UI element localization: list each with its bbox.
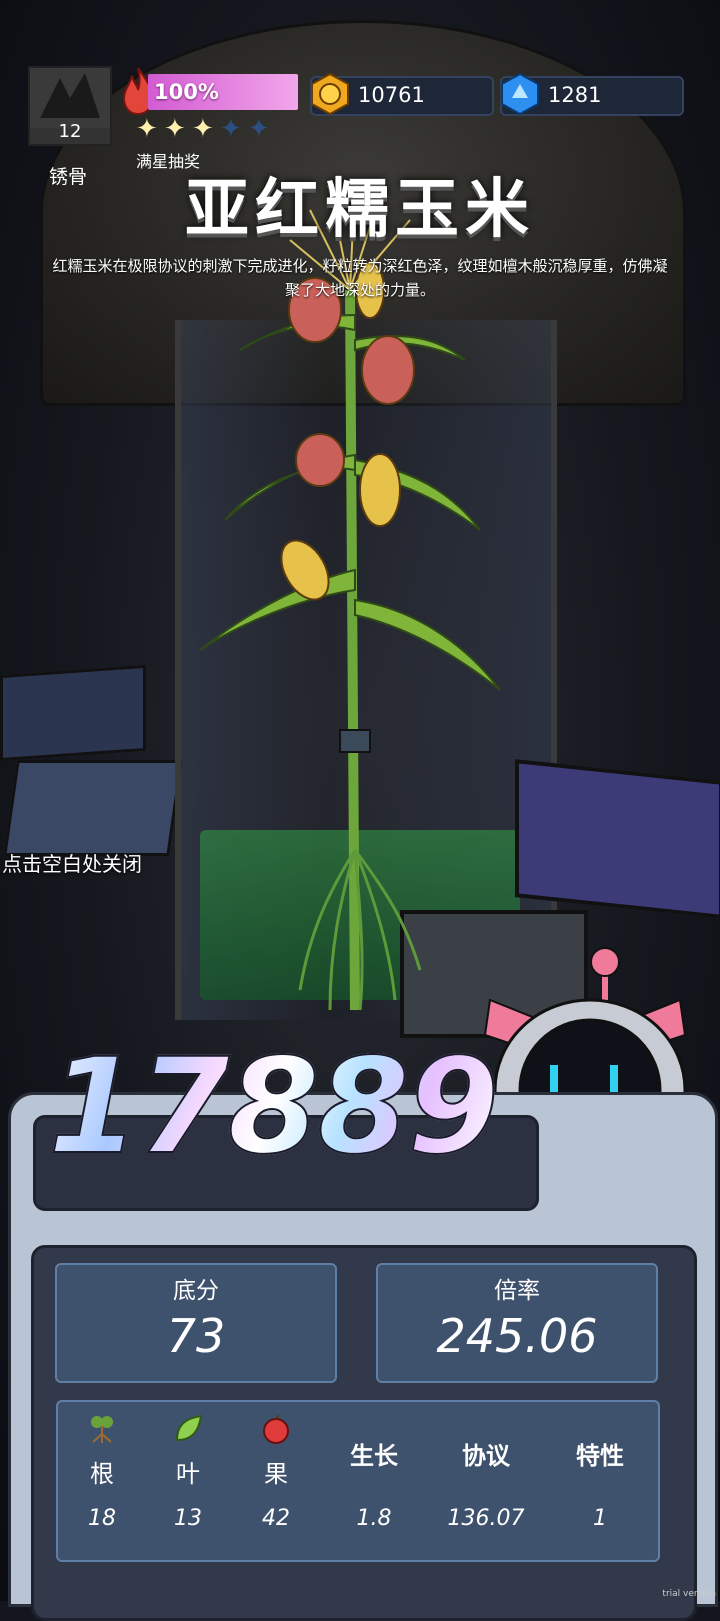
player-avatar[interactable]: 12 bbox=[28, 66, 112, 146]
gem-currency[interactable]: 1281 bbox=[500, 72, 684, 116]
gold-coin-icon bbox=[311, 72, 349, 116]
attr-leaf-value: 13 bbox=[174, 1506, 202, 1531]
star-empty-icon: ✦ bbox=[248, 114, 270, 144]
star-filled-icon: ✦ bbox=[164, 114, 186, 144]
total-score: 17889 bbox=[47, 1029, 500, 1185]
base-score-value: 73 bbox=[166, 1309, 226, 1363]
gem-amount: 1281 bbox=[548, 83, 602, 107]
leaf-icon bbox=[175, 1414, 203, 1442]
attr-protocol-value: 136.07 bbox=[447, 1506, 525, 1531]
attr-protocol-name: 协议 bbox=[462, 1442, 510, 1470]
attr-leaf-name: 叶 bbox=[176, 1460, 200, 1488]
attr-trait-name: 特性 bbox=[576, 1442, 624, 1470]
attr-root-name: 根 bbox=[90, 1460, 114, 1488]
left-monitor bbox=[0, 664, 146, 762]
apple-icon bbox=[263, 1414, 289, 1444]
right-monitor bbox=[515, 759, 720, 919]
base-score-label: 底分 bbox=[173, 1278, 219, 1304]
left-console bbox=[3, 760, 183, 856]
energy-meter: 100% bbox=[118, 64, 298, 116]
energy-percent: 100% bbox=[154, 80, 219, 104]
attr-fruit-value: 42 bbox=[262, 1506, 290, 1531]
star-empty-icon: ✦ bbox=[220, 114, 242, 144]
gold-currency[interactable]: 10761 bbox=[310, 72, 494, 116]
attr-growth-name: 生长 bbox=[350, 1442, 398, 1470]
attr-fruit-name: 果 bbox=[264, 1460, 288, 1488]
gold-amount: 10761 bbox=[358, 83, 425, 107]
plant-title: 亚红糯玉米 bbox=[185, 172, 535, 247]
watermark: trial version bbox=[662, 1589, 716, 1599]
avatar-portrait-icon bbox=[30, 68, 110, 128]
attr-trait-value: 1 bbox=[593, 1506, 607, 1531]
star-filled-icon: ✦ bbox=[136, 114, 158, 144]
base-score-box: 底分 73 bbox=[55, 1263, 337, 1383]
plant-description: 红糯玉米在极限协议的刺激下完成进化，籽粒转为深红色泽，纹理如檀木般沉稳厚重，仿佛… bbox=[52, 257, 668, 299]
attributes-table: 根 18 叶 13 果 42 生长 1.8 协议 136.07 特性 1 bbox=[56, 1400, 660, 1562]
close-hint: 点击空白处关闭 bbox=[2, 852, 142, 876]
star-rating: ✦ ✦ ✦ ✦ ✦ bbox=[136, 116, 296, 146]
star-filled-icon: ✦ bbox=[192, 114, 214, 144]
player-level: 12 bbox=[58, 121, 82, 142]
root-icon bbox=[91, 1416, 113, 1443]
blue-gem-icon bbox=[501, 72, 539, 116]
attr-root-value: 18 bbox=[88, 1506, 116, 1531]
attr-growth-value: 1.8 bbox=[356, 1506, 392, 1531]
multiplier-box: 倍率 245.06 bbox=[376, 1263, 658, 1383]
multiplier-value: 245.06 bbox=[436, 1309, 598, 1363]
multiplier-label: 倍率 bbox=[494, 1278, 540, 1304]
